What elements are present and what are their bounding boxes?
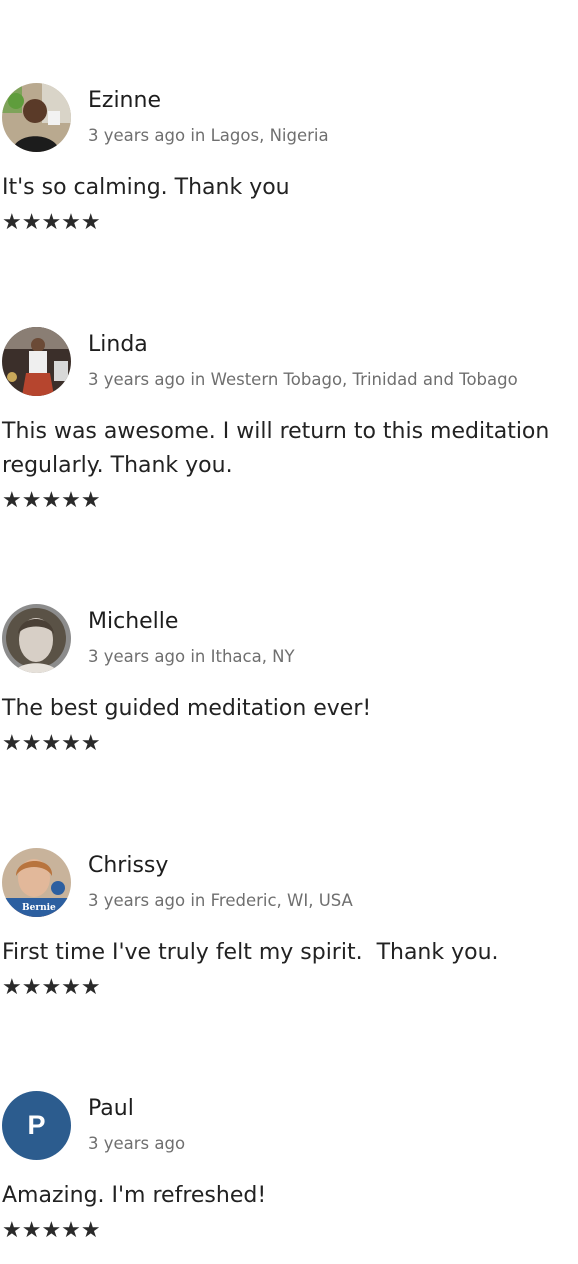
star-rating: ★★★★★ [2, 1218, 101, 1243]
review-text: The best guided meditation ever! [2, 696, 372, 721]
star-rating: ★★★★★ [2, 731, 101, 756]
avatar[interactable]: P [2, 1091, 71, 1160]
avatar[interactable] [2, 604, 71, 673]
review-item: P Paul 3 years ago Amazing. I'm refreshe… [2, 1091, 572, 1245]
review-header: Ezinne 3 years ago in Lagos, Nigeria [2, 83, 572, 153]
review-item: Michelle 3 years ago in Ithaca, NY The b… [2, 604, 572, 758]
reviewer-name: Ezinne [88, 88, 161, 113]
reviewer-name: Linda [88, 332, 148, 357]
review-item: Ezinne 3 years ago in Lagos, Nigeria It'… [2, 83, 572, 237]
review-meta: 3 years ago in Western Tobago, Trinidad … [88, 370, 518, 389]
star-rating: ★★★★★ [2, 210, 101, 235]
review-header: Linda 3 years ago in Western Tobago, Tri… [2, 327, 572, 397]
avatar[interactable] [2, 83, 71, 152]
avatar[interactable] [2, 327, 71, 396]
avatar-photo [2, 327, 71, 396]
review-text: This was awesome. I will return to this … [2, 419, 550, 478]
review-text: It's so calming. Thank you [2, 175, 290, 200]
review-meta: 3 years ago [88, 1134, 186, 1153]
reviewer-name: Michelle [88, 609, 179, 634]
reviewer-name: Chrissy [88, 853, 169, 878]
avatar-photo: Bernie [2, 848, 71, 917]
review-text: Amazing. I'm refreshed! [2, 1183, 267, 1208]
avatar-badge-text: Bernie [22, 903, 56, 913]
review-meta: 3 years ago in Ithaca, NY [88, 647, 295, 666]
star-rating: ★★★★★ [2, 975, 101, 1000]
avatar-photo [2, 83, 71, 152]
avatar[interactable]: Bernie [2, 848, 71, 917]
review-meta: 3 years ago in Lagos, Nigeria [88, 126, 329, 145]
review-text: First time I've truly felt my spirit. Th… [2, 940, 499, 965]
review-header: Michelle 3 years ago in Ithaca, NY [2, 604, 572, 674]
avatar-photo [2, 604, 71, 673]
review-header: P Paul 3 years ago [2, 1091, 572, 1161]
review-header: Bernie Chrissy 3 years ago in Frederic, … [2, 848, 572, 918]
review-item: Linda 3 years ago in Western Tobago, Tri… [2, 327, 572, 515]
reviewer-name: Paul [88, 1096, 134, 1121]
review-item: Bernie Chrissy 3 years ago in Frederic, … [2, 848, 572, 1002]
star-rating: ★★★★★ [2, 488, 101, 513]
review-meta: 3 years ago in Frederic, WI, USA [88, 891, 353, 910]
